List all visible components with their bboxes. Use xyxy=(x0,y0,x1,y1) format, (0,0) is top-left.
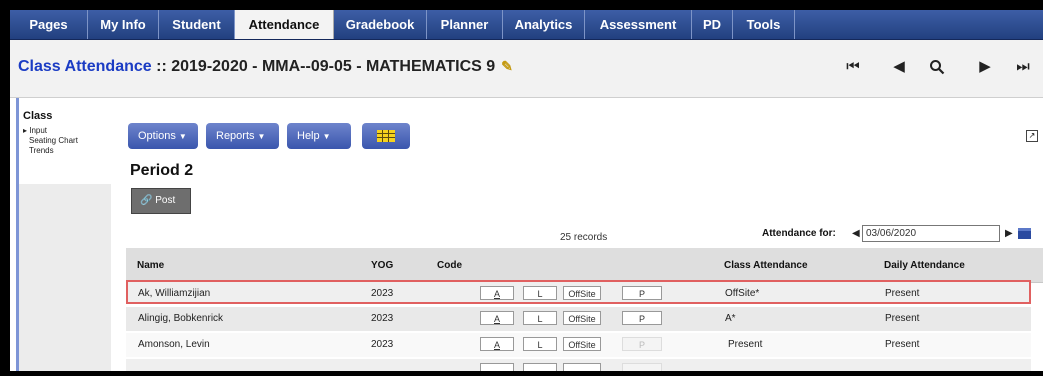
link-icon: 🔗 xyxy=(140,195,153,206)
tab-assessment[interactable]: Assessment xyxy=(585,10,692,39)
options-label: Options xyxy=(138,130,176,142)
title-bar: Class Attendance :: 2019-2020 - MMA--09-… xyxy=(10,40,1043,98)
grid-icon xyxy=(377,130,395,142)
code-offsite-button[interactable] xyxy=(563,363,601,371)
code-offsite-button[interactable]: OffSite xyxy=(563,337,601,351)
daily-attendance-value: Present xyxy=(885,313,920,324)
reports-label: Reports xyxy=(216,130,255,142)
sidebar-item-seating-chart[interactable]: Seating Chart xyxy=(29,136,78,145)
help-button[interactable]: Help ▼ xyxy=(287,123,351,149)
chevron-down-icon: ▼ xyxy=(178,132,187,141)
period-heading: Period 2 xyxy=(130,162,194,179)
attendance-date-input[interactable] xyxy=(862,225,1000,242)
sidebar: Class ▸ Input Seating Chart Trends xyxy=(16,98,111,371)
tab-attendance[interactable]: Attendance xyxy=(235,10,334,39)
app-frame: Pages My Info Student Attendance Gradebo… xyxy=(10,10,1043,371)
student-name[interactable]: Amonson, Levin xyxy=(138,339,210,350)
table-row[interactable]: Amonson, Levin 2023 A L OffSite P Presen… xyxy=(126,333,1031,357)
top-nav: Pages My Info Student Attendance Gradebo… xyxy=(10,10,1043,40)
class-attendance-value: A* xyxy=(725,313,736,324)
last-record-icon[interactable]: ⏭ xyxy=(1010,54,1036,80)
student-yog: 2023 xyxy=(371,313,394,324)
pencil-icon[interactable]: ✎ xyxy=(501,58,513,75)
post-button[interactable]: 🔗 Post xyxy=(131,188,191,214)
code-p-button[interactable]: P xyxy=(622,311,662,325)
table-row[interactable]: Ak, Williamzijian 2023 A L OffSite P Off… xyxy=(126,280,1031,304)
table-row[interactable] xyxy=(126,359,1031,371)
code-p-button[interactable] xyxy=(622,363,662,371)
next-record-icon[interactable]: ▶ xyxy=(972,54,998,80)
student-yog: 2023 xyxy=(371,339,394,350)
attendance-for-label: Attendance for: xyxy=(762,228,836,239)
page-title-detail: :: 2019-2020 - MMA--09-05 - MATHEMATICS … xyxy=(151,58,496,75)
tab-analytics[interactable]: Analytics xyxy=(503,10,585,39)
chevron-down-icon: ▼ xyxy=(257,132,266,141)
header-class-attendance[interactable]: Class Attendance xyxy=(724,260,808,271)
sidebar-item-input[interactable]: ▸ Input xyxy=(23,126,47,135)
help-label: Help xyxy=(297,130,320,142)
page-title: Class Attendance :: 2019-2020 - MMA--09-… xyxy=(18,58,513,76)
code-p-button[interactable]: P xyxy=(622,286,662,300)
tab-pages[interactable]: Pages xyxy=(10,10,88,39)
search-icon[interactable] xyxy=(924,54,950,80)
code-l-button[interactable]: L xyxy=(523,311,557,325)
code-p-button[interactable]: P xyxy=(622,337,662,351)
header-daily-attendance[interactable]: Daily Attendance xyxy=(884,260,965,271)
header-name[interactable]: Name xyxy=(137,260,164,271)
code-l-button[interactable]: L xyxy=(523,337,557,351)
tab-tools[interactable]: Tools xyxy=(733,10,795,39)
class-attendance-value: Present xyxy=(728,339,763,350)
code-a-button[interactable]: A xyxy=(480,286,514,300)
table-row[interactable]: Alingig, Bobkenrick 2023 A L OffSite P A… xyxy=(126,307,1031,331)
records-count: 25 records xyxy=(560,232,608,243)
reports-button[interactable]: Reports ▼ xyxy=(206,123,279,149)
previous-record-icon[interactable]: ◀ xyxy=(886,54,912,80)
daily-attendance-value: Present xyxy=(885,339,920,350)
tab-student[interactable]: Student xyxy=(159,10,235,39)
first-record-icon[interactable]: ⏮ xyxy=(840,54,866,80)
popout-icon[interactable]: ↗ xyxy=(1026,130,1038,142)
sidebar-item-trends[interactable]: Trends xyxy=(29,146,54,155)
code-l-button[interactable] xyxy=(523,363,557,371)
code-a-button[interactable] xyxy=(480,363,514,371)
grid-view-button[interactable] xyxy=(362,123,410,149)
sidebar-title: Class xyxy=(23,110,53,122)
code-offsite-button[interactable]: OffSite xyxy=(563,311,601,325)
class-attendance-value: OffSite* xyxy=(725,288,760,299)
tab-gradebook[interactable]: Gradebook xyxy=(334,10,427,39)
code-l-button[interactable]: L xyxy=(523,286,557,300)
post-label: Post xyxy=(155,195,176,206)
next-date-icon[interactable]: ▶ xyxy=(1005,228,1013,239)
table-header: Name YOG Code Class Attendance Daily Att… xyxy=(126,248,1043,283)
tab-pd[interactable]: PD xyxy=(692,10,733,39)
code-offsite-button[interactable]: OffSite xyxy=(563,286,601,300)
calendar-icon[interactable] xyxy=(1018,228,1031,239)
previous-date-icon[interactable]: ◀ xyxy=(852,228,860,239)
student-yog: 2023 xyxy=(371,288,394,299)
page-title-link[interactable]: Class Attendance xyxy=(18,58,152,75)
options-button[interactable]: Options ▼ xyxy=(128,123,198,149)
student-name[interactable]: Alingig, Bobkenrick xyxy=(138,313,223,324)
student-name[interactable]: Ak, Williamzijian xyxy=(138,288,210,299)
header-code[interactable]: Code xyxy=(437,260,462,271)
tab-planner[interactable]: Planner xyxy=(427,10,503,39)
code-a-button[interactable]: A xyxy=(480,337,514,351)
tab-my-info[interactable]: My Info xyxy=(88,10,159,39)
daily-attendance-value: Present xyxy=(885,288,920,299)
chevron-down-icon: ▼ xyxy=(322,132,331,141)
sidebar-panel: Class ▸ Input Seating Chart Trends xyxy=(19,98,111,184)
code-a-button[interactable]: A xyxy=(480,311,514,325)
header-yog[interactable]: YOG xyxy=(371,260,393,271)
